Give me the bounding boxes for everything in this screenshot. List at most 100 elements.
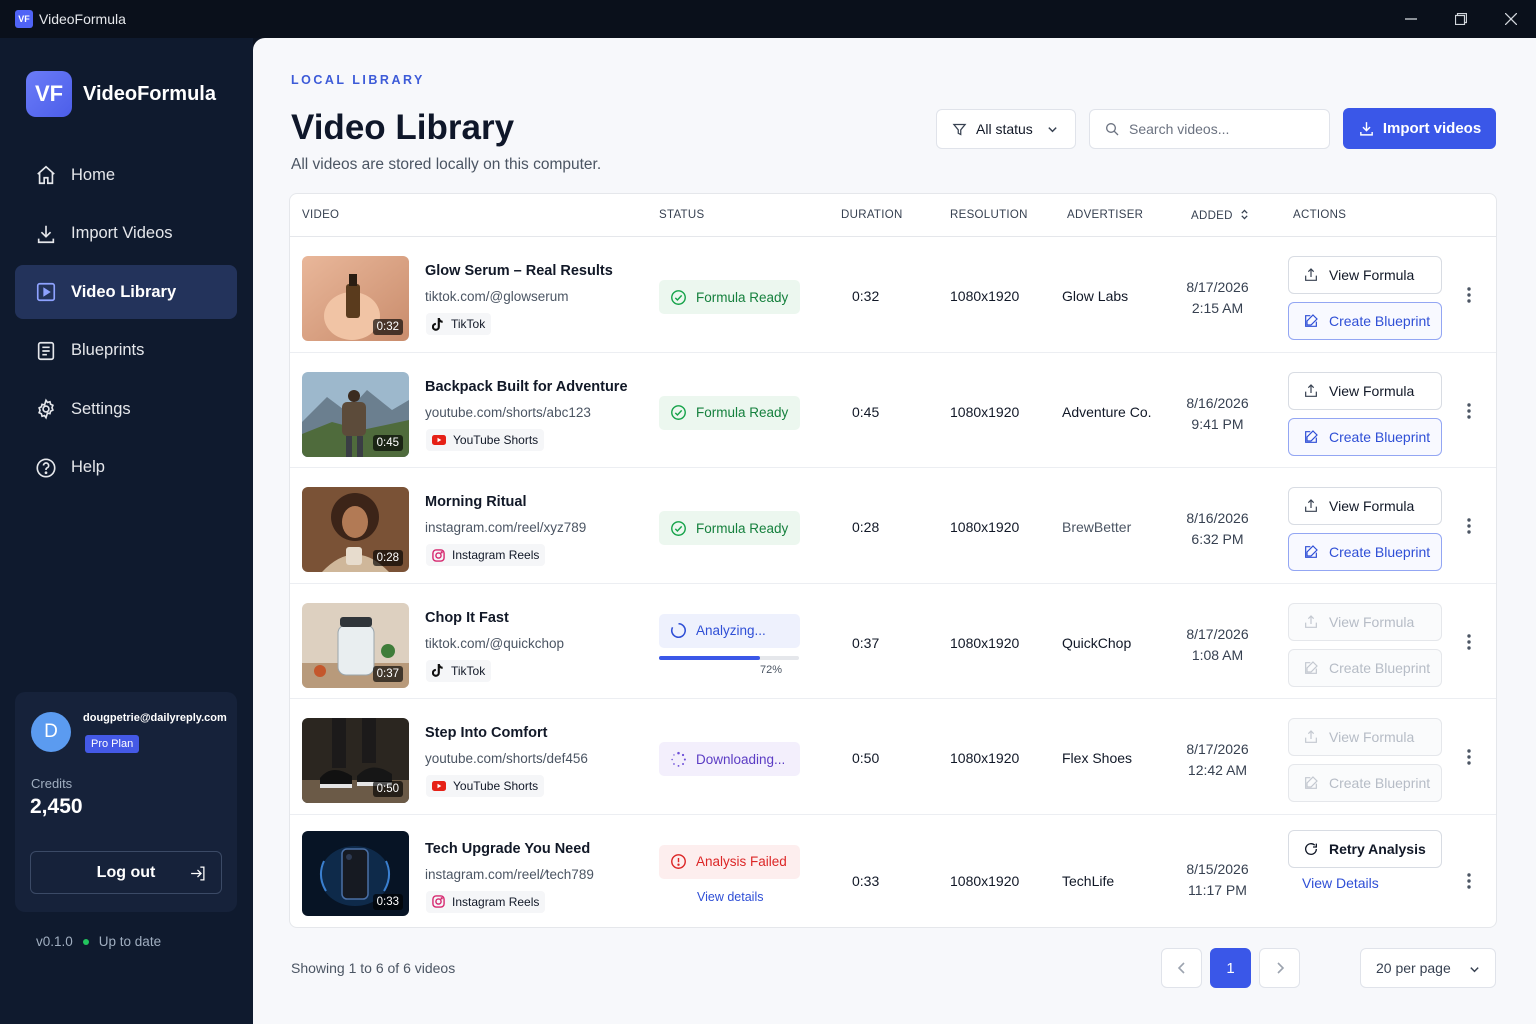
create-blueprint-button: Create Blueprint (1288, 648, 1442, 687)
status-view-details-link[interactable]: View details (697, 890, 763, 904)
search-input[interactable] (1129, 121, 1319, 137)
sidebar-item-home[interactable]: Home (15, 148, 237, 202)
create-blueprint-button[interactable]: Create Blueprint (1288, 302, 1442, 340)
sidebar-item-label: Import Videos (71, 224, 173, 242)
filter-icon (952, 123, 967, 136)
create-blueprint-button[interactable]: Create Blueprint (1288, 417, 1442, 456)
credits-label: Credits (31, 776, 73, 791)
video-advertiser: TechLife (1062, 872, 1115, 889)
video-duration: 0:32 (852, 288, 880, 304)
chevron-right-icon (1276, 962, 1284, 974)
video-thumbnail[interactable]: 0:32 (302, 256, 409, 341)
per-page-dropdown[interactable]: 20 per page (1360, 948, 1496, 988)
video-title[interactable]: Step Into Comfort (425, 725, 547, 741)
thumbnail-duration: 0:33 (372, 893, 403, 910)
column-header-resolution: RESOLUTION (950, 209, 1028, 221)
status-filter-dropdown[interactable]: All status (936, 109, 1076, 149)
sidebar-item-label: Video Library (71, 282, 177, 301)
view-formula-button[interactable]: View Formula (1288, 371, 1442, 410)
column-header-added[interactable]: ADDED (1191, 209, 1249, 222)
more-options-button[interactable] (1460, 631, 1478, 653)
column-header-added-label: ADDED (1191, 210, 1233, 222)
video-advertiser: QuickChop (1062, 634, 1132, 651)
view-formula-button[interactable]: View Formula (1288, 256, 1442, 294)
video-duration: 0:28 (852, 519, 880, 535)
create-blueprint-button: Create Blueprint (1288, 764, 1442, 802)
close-window-button[interactable] (1486, 0, 1536, 38)
avatar[interactable]: D (31, 712, 71, 752)
more-options-button[interactable] (1460, 284, 1478, 306)
plan-badge: Pro Plan (85, 735, 140, 753)
more-options-button[interactable] (1460, 870, 1478, 892)
edit-icon (1305, 429, 1318, 443)
create-blueprint-button[interactable]: Create Blueprint (1288, 533, 1442, 571)
status-badge: Formula Ready (659, 395, 800, 430)
page-eyebrow: LOCAL LIBRARY (291, 73, 425, 87)
video-title[interactable]: Chop It Fast (425, 610, 509, 626)
view-formula-label: View Formula (1329, 382, 1415, 399)
view-details-button[interactable]: View Details (1302, 875, 1379, 891)
thumbnail-duration: 0:50 (372, 781, 403, 797)
check-circle-icon (671, 405, 686, 420)
video-advertiser: Glow Labs (1062, 288, 1129, 304)
status-badge: Downloading... (659, 742, 800, 776)
youtube-icon (432, 434, 446, 445)
added-date-day: 8/17/2026 (1186, 279, 1249, 295)
search-box[interactable] (1089, 109, 1330, 149)
video-title[interactable]: Backpack Built for Adventure (425, 379, 628, 395)
video-thumbnail[interactable]: 0:45 (302, 371, 409, 457)
video-title[interactable]: Glow Serum – Real Results (425, 263, 613, 279)
sidebar-item-video-library[interactable]: Video Library (15, 265, 237, 319)
instagram-icon (432, 895, 445, 908)
status-label: Downloading... (696, 751, 786, 767)
share-icon (1305, 268, 1317, 281)
logout-label: Log out (96, 863, 156, 881)
video-thumbnail[interactable]: 0:50 (302, 718, 409, 803)
next-page-button[interactable] (1259, 948, 1300, 988)
sidebar-item-settings[interactable]: Settings (15, 382, 237, 436)
progress-percent: 72% (760, 663, 783, 676)
platform-name: TikTok (451, 317, 486, 331)
view-formula-button[interactable]: View Formula (1288, 487, 1442, 525)
table-row: 0:45 Backpack Built for Adventure youtub… (290, 353, 1496, 468)
logout-button[interactable]: Log out (30, 851, 222, 894)
table-row: 0:37 Chop It Fast tiktok.com/@quickchop … (290, 584, 1496, 699)
import-videos-button[interactable]: Import videos (1343, 108, 1496, 149)
video-title[interactable]: Morning Ritual (425, 494, 527, 510)
maximize-button[interactable] (1436, 0, 1486, 38)
video-thumbnail[interactable]: 0:37 (302, 602, 409, 688)
sort-icon (1241, 209, 1248, 220)
edit-icon (1305, 545, 1318, 558)
status-label: Analysis Failed (696, 854, 787, 869)
status-dot-icon (82, 938, 89, 945)
page-button-current[interactable]: 1 (1210, 948, 1251, 988)
video-thumbnail[interactable]: 0:28 (302, 487, 409, 572)
app-logo-icon: VF (15, 10, 33, 28)
prev-page-button[interactable] (1161, 948, 1202, 988)
more-options-button[interactable] (1460, 515, 1478, 537)
page-title: Video Library (291, 108, 515, 147)
video-url: instagram.com/reel/⁄tech789 (425, 866, 594, 882)
check-circle-icon (671, 520, 686, 536)
platform-name: TikTok (451, 663, 486, 678)
status-label: Formula Ready (696, 289, 789, 305)
retry-analysis-button[interactable]: Retry Analysis (1288, 829, 1442, 868)
downloading-spinner-icon (671, 751, 686, 767)
minimize-button[interactable] (1386, 0, 1436, 38)
more-vertical-icon (1467, 287, 1471, 303)
sidebar-item-help[interactable]: Help (15, 441, 237, 495)
search-icon (1106, 123, 1119, 136)
view-formula-label: View Formula (1329, 498, 1415, 514)
added-date-day: 8/16/2026 (1186, 394, 1249, 411)
more-options-button[interactable] (1460, 400, 1478, 422)
import-videos-label: Import videos (1382, 120, 1482, 137)
sidebar-item-import-videos[interactable]: Import Videos (15, 207, 237, 261)
share-icon (1305, 730, 1317, 743)
more-options-button[interactable] (1460, 746, 1478, 768)
version-label: v0.1.0 (36, 934, 73, 949)
sidebar-item-blueprints[interactable]: Blueprints (15, 324, 237, 378)
pagination: 1 (1161, 948, 1308, 988)
video-thumbnail[interactable]: 0:33 (302, 830, 409, 916)
video-title[interactable]: Tech Upgrade You Need (425, 841, 590, 857)
window-title: VideoFormula (39, 11, 126, 27)
